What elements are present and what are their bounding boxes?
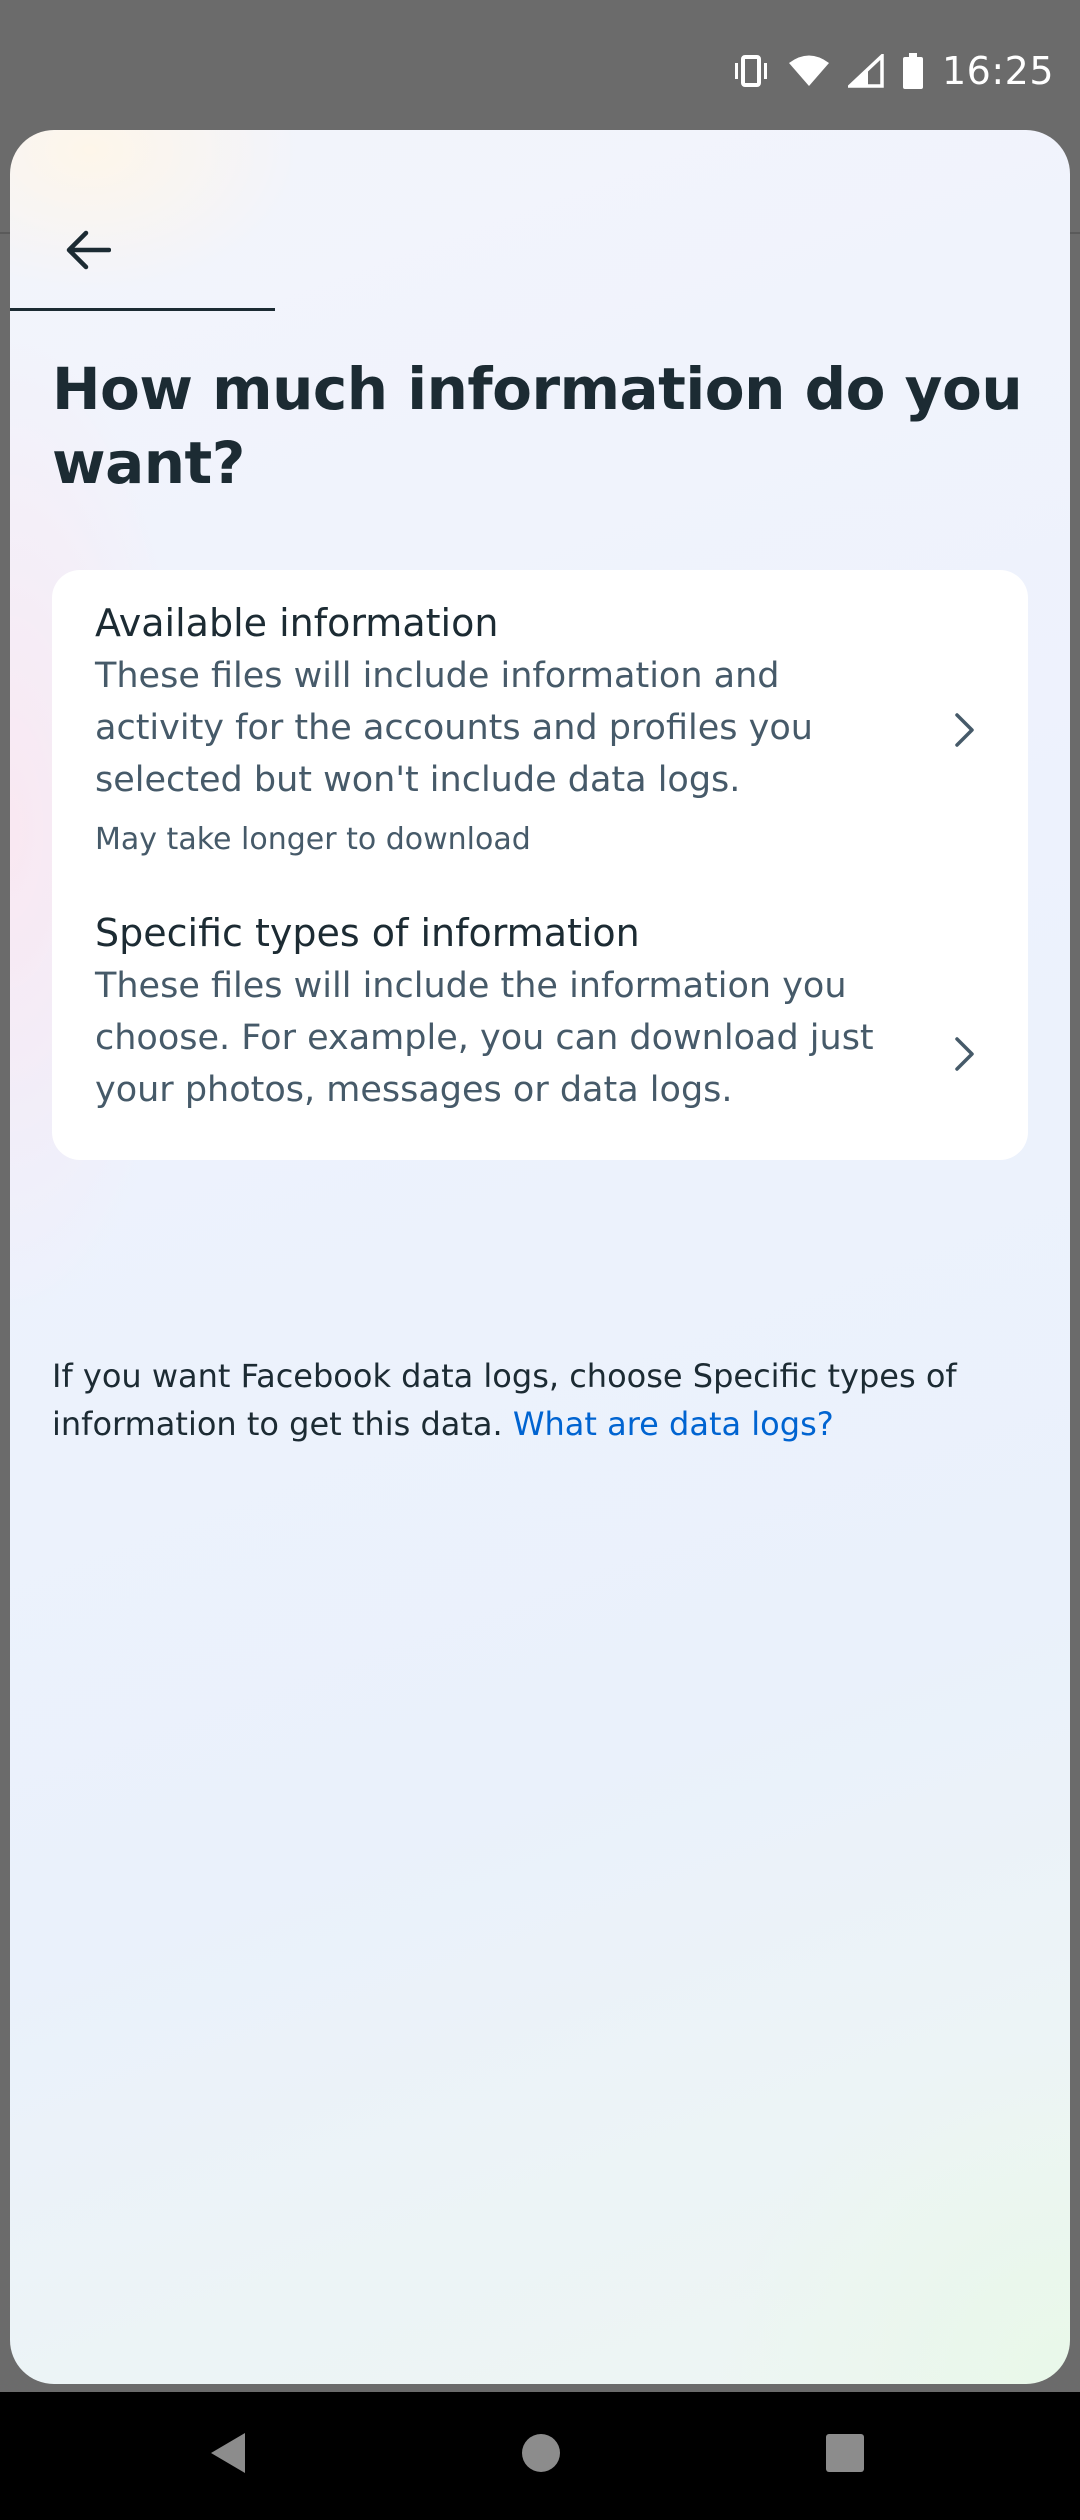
back-button[interactable] [50, 214, 126, 290]
system-nav-bar [0, 2392, 1080, 2520]
option-title: Available information [95, 601, 499, 645]
nav-home-button[interactable] [508, 2422, 574, 2488]
battery-icon [902, 53, 924, 89]
page-title: How much information do you want? [52, 355, 1023, 497]
arrow-left-icon [65, 230, 112, 275]
option-title: Specific types of information [95, 911, 640, 955]
cellular-signal-icon [847, 54, 884, 88]
option-specific-types[interactable]: Specific types of information These file… [52, 880, 1028, 1160]
options-card: Available information These files will i… [52, 570, 1028, 1160]
status-bar: 16:25 [0, 0, 1080, 130]
option-description: These files will include information and… [95, 656, 813, 800]
option-note: May take longer to download [95, 822, 531, 857]
chevron-right-icon [950, 1034, 980, 1074]
what-are-data-logs-link[interactable]: What are data logs? [513, 1405, 834, 1443]
vibrate-icon [732, 54, 770, 88]
option-available-information[interactable]: Available information These files will i… [52, 570, 1028, 880]
chevron-right-icon [950, 710, 980, 750]
option-description: These files will include the information… [95, 966, 874, 1110]
progress-fill [10, 308, 275, 311]
bottom-sheet: How much information do you want? Availa… [10, 130, 1070, 2384]
nav-recents-button[interactable] [812, 2422, 878, 2488]
status-icons: 16:25 [732, 48, 1054, 94]
progress-bar [10, 308, 1070, 311]
data-logs-note: If you want Facebook data logs, choose S… [52, 1352, 1042, 1448]
square-recents-icon [825, 2433, 865, 2478]
wifi-icon [788, 54, 830, 88]
status-time: 16:25 [941, 49, 1054, 93]
circle-home-icon [521, 2433, 561, 2478]
triangle-back-icon [209, 2431, 249, 2480]
nav-back-button[interactable] [196, 2422, 262, 2488]
